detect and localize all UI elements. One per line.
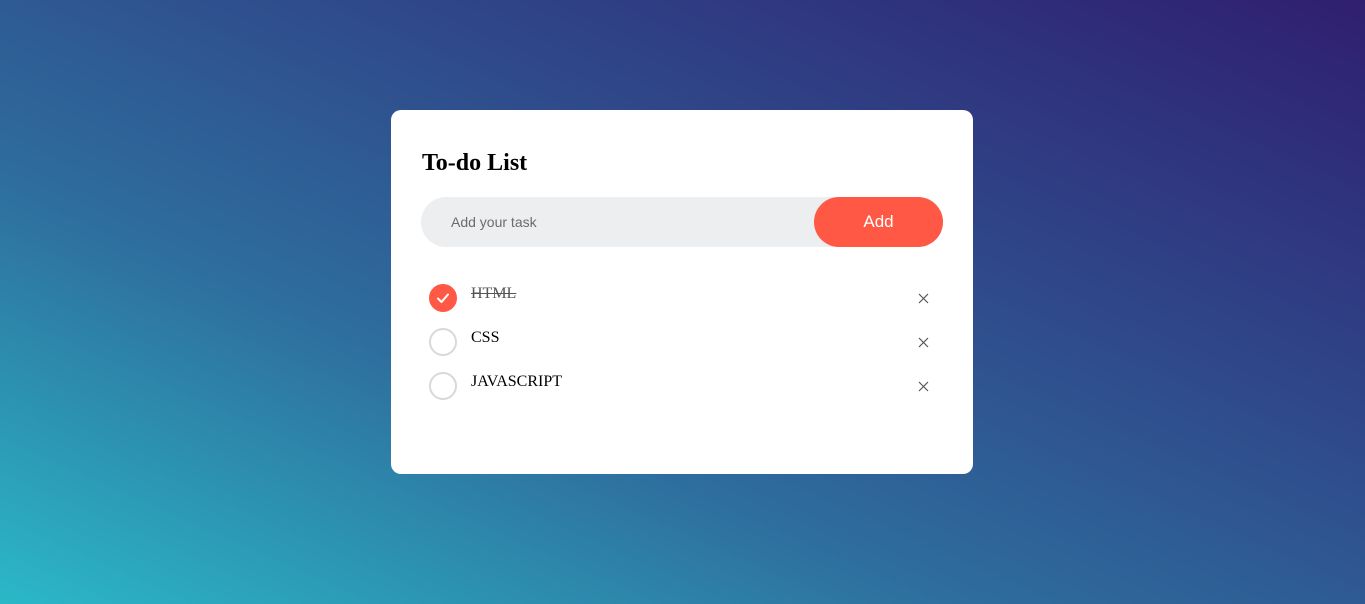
- task-input[interactable]: [451, 197, 811, 247]
- add-button[interactable]: Add: [814, 197, 943, 247]
- list-item[interactable]: CSS: [428, 320, 938, 364]
- check-icon: [437, 293, 449, 303]
- task-checkbox[interactable]: [429, 328, 457, 356]
- task-checkbox[interactable]: [429, 372, 457, 400]
- task-label: JAVASCRIPT: [471, 373, 563, 390]
- page-title: To-do List: [422, 150, 528, 176]
- remove-task-button[interactable]: [908, 373, 938, 399]
- list-item[interactable]: JAVASCRIPT: [428, 364, 938, 408]
- task-list: HTML CSS JAVASCRIPT: [428, 276, 938, 408]
- todo-card: To-do List Add HTML CSS: [391, 110, 973, 474]
- close-icon: [918, 293, 928, 303]
- close-icon: [918, 381, 928, 391]
- task-label: HTML: [471, 285, 517, 302]
- remove-task-button[interactable]: [908, 285, 938, 311]
- task-checkbox[interactable]: [429, 284, 457, 312]
- close-icon: [918, 337, 928, 347]
- list-item[interactable]: HTML: [428, 276, 938, 320]
- task-label: CSS: [471, 329, 500, 346]
- remove-task-button[interactable]: [908, 329, 938, 355]
- task-input-row: Add: [421, 197, 943, 247]
